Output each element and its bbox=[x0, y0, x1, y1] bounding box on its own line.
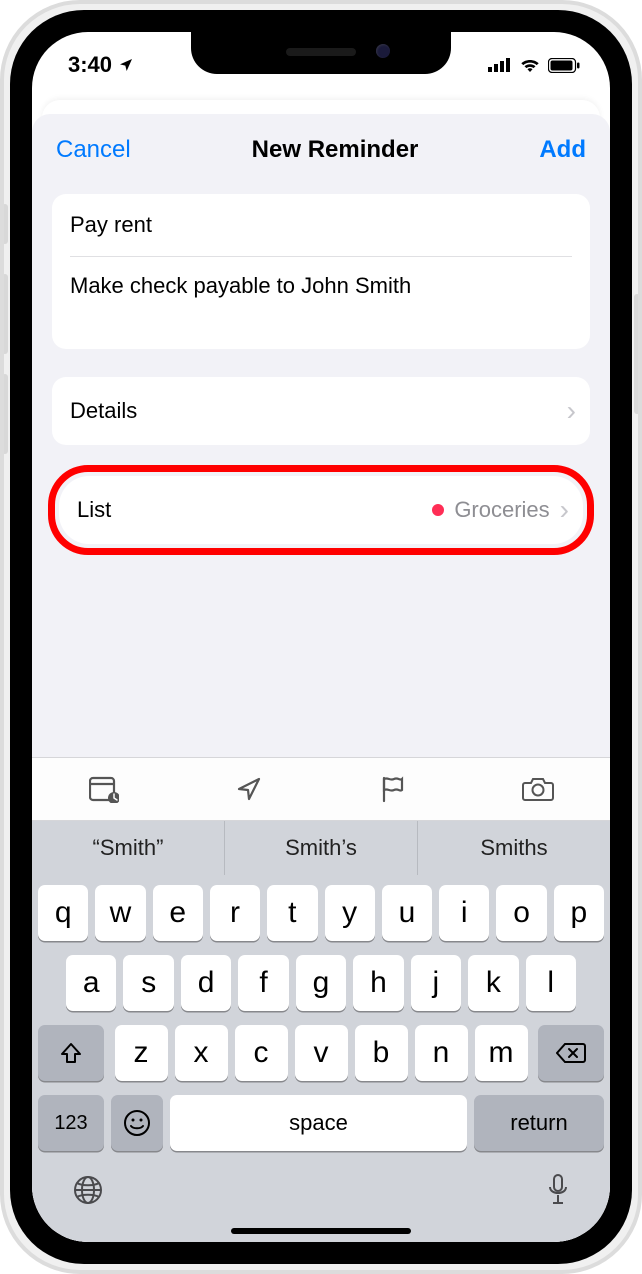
key-d[interactable]: d bbox=[181, 955, 231, 1011]
key-g[interactable]: g bbox=[296, 955, 346, 1011]
key-s[interactable]: s bbox=[123, 955, 173, 1011]
key-b[interactable]: b bbox=[355, 1025, 408, 1081]
key-n[interactable]: n bbox=[415, 1025, 468, 1081]
key-a[interactable]: a bbox=[66, 955, 116, 1011]
add-button[interactable]: Add bbox=[539, 136, 586, 164]
predictive-suggestion[interactable]: “Smith” bbox=[32, 821, 224, 875]
return-key[interactable]: return bbox=[474, 1095, 604, 1151]
space-key[interactable]: space bbox=[170, 1095, 467, 1151]
camera-icon[interactable] bbox=[466, 758, 611, 820]
key-w[interactable]: w bbox=[95, 885, 145, 941]
key-e[interactable]: e bbox=[153, 885, 203, 941]
key-f[interactable]: f bbox=[238, 955, 288, 1011]
emoji-key[interactable] bbox=[111, 1095, 163, 1151]
device-notch bbox=[191, 32, 451, 74]
key-h[interactable]: h bbox=[353, 955, 403, 1011]
key-u[interactable]: u bbox=[382, 885, 432, 941]
status-time: 3:40 bbox=[68, 52, 112, 78]
cancel-button[interactable]: Cancel bbox=[56, 136, 131, 164]
chevron-right-icon: › bbox=[560, 496, 569, 524]
globe-icon[interactable] bbox=[72, 1174, 104, 1211]
location-services-icon bbox=[118, 57, 134, 73]
annotation-highlight: List Groceries › bbox=[48, 465, 594, 555]
wifi-icon bbox=[519, 57, 541, 73]
navigation-bar: Cancel New Reminder Add bbox=[32, 114, 610, 176]
predictive-suggestion[interactable]: Smith’s bbox=[224, 821, 417, 875]
list-label: List bbox=[77, 497, 111, 523]
key-l[interactable]: l bbox=[526, 955, 576, 1011]
keyboard: qwertyuiop asdfghjkl zxcvbnm 123 bbox=[32, 875, 610, 1242]
predictive-suggestion[interactable]: Smiths bbox=[417, 821, 610, 875]
key-o[interactable]: o bbox=[496, 885, 546, 941]
key-k[interactable]: k bbox=[468, 955, 518, 1011]
key-v[interactable]: v bbox=[295, 1025, 348, 1081]
list-value: Groceries bbox=[454, 497, 549, 523]
battery-icon bbox=[548, 58, 580, 73]
dictation-icon[interactable] bbox=[546, 1173, 570, 1212]
key-c[interactable]: c bbox=[235, 1025, 288, 1081]
calendar-icon[interactable] bbox=[32, 758, 177, 820]
key-p[interactable]: p bbox=[554, 885, 604, 941]
key-r[interactable]: r bbox=[210, 885, 260, 941]
details-label: Details bbox=[70, 398, 137, 424]
home-indicator[interactable] bbox=[231, 1228, 411, 1234]
title-notes-card bbox=[52, 194, 590, 349]
predictive-bar: “Smith” Smith’s Smiths bbox=[32, 821, 610, 875]
new-reminder-sheet: Cancel New Reminder Add Details › bbox=[32, 114, 610, 1242]
shift-key[interactable] bbox=[38, 1025, 104, 1081]
list-row[interactable]: List Groceries › bbox=[59, 476, 583, 544]
key-q[interactable]: q bbox=[38, 885, 88, 941]
key-z[interactable]: z bbox=[115, 1025, 168, 1081]
key-i[interactable]: i bbox=[439, 885, 489, 941]
key-j[interactable]: j bbox=[411, 955, 461, 1011]
key-t[interactable]: t bbox=[267, 885, 317, 941]
cellular-signal-icon bbox=[488, 58, 512, 72]
reminder-notes-input[interactable] bbox=[52, 257, 590, 349]
details-row[interactable]: Details › bbox=[52, 377, 590, 445]
location-icon[interactable] bbox=[177, 758, 322, 820]
quick-toolbar bbox=[32, 757, 610, 821]
flag-icon[interactable] bbox=[321, 758, 466, 820]
list-color-dot bbox=[432, 504, 444, 516]
number-key[interactable]: 123 bbox=[38, 1095, 104, 1151]
key-m[interactable]: m bbox=[475, 1025, 528, 1081]
sheet-title: New Reminder bbox=[252, 136, 419, 164]
key-x[interactable]: x bbox=[175, 1025, 228, 1081]
reminder-title-input[interactable] bbox=[52, 194, 590, 256]
chevron-right-icon: › bbox=[567, 397, 576, 425]
backspace-key[interactable] bbox=[538, 1025, 604, 1081]
key-y[interactable]: y bbox=[325, 885, 375, 941]
